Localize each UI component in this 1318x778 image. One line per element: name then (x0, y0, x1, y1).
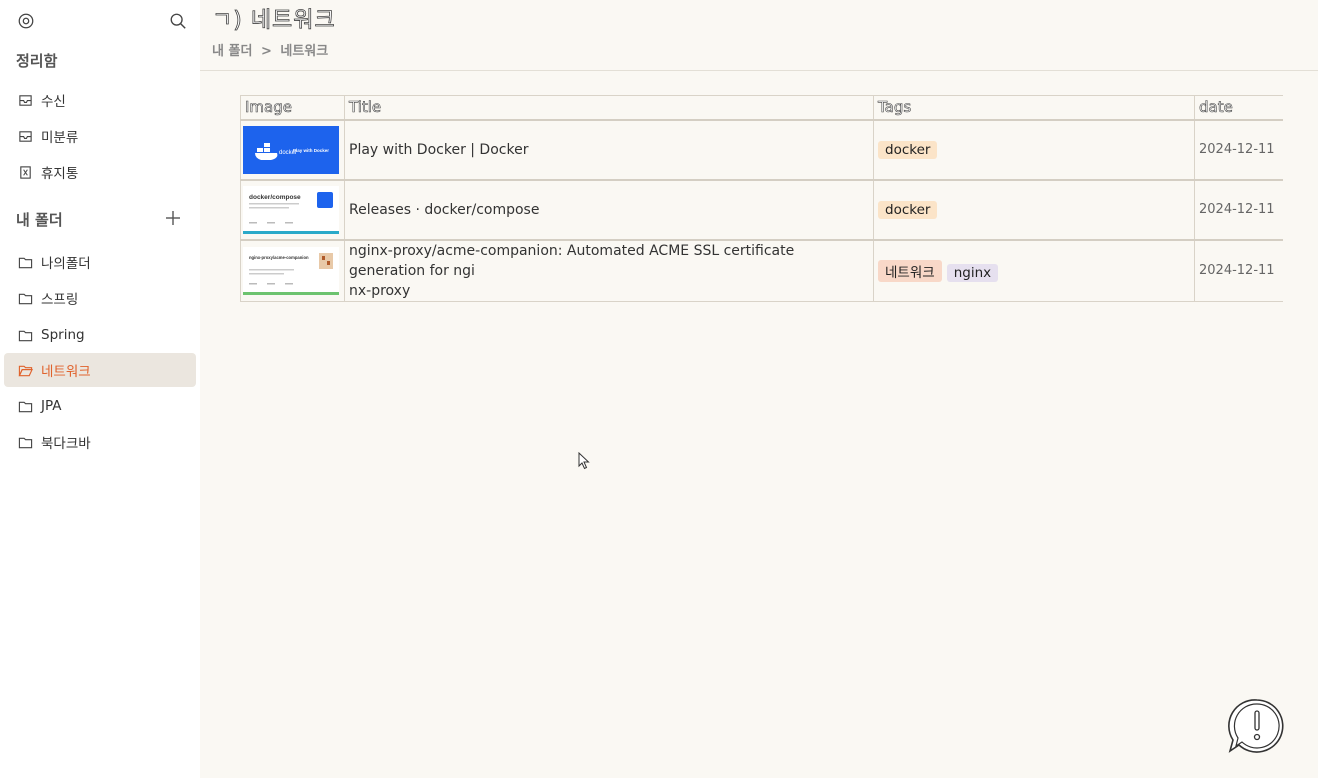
breadcrumb-separator: > (260, 44, 272, 59)
date-cell: 2024-12-11 (1194, 179, 1283, 241)
column-header-date[interactable]: date (1194, 95, 1283, 121)
section-title-folders: 내 폴더 (16, 211, 63, 229)
tags-cell: docker (873, 179, 1195, 241)
main-content: ㄱ) 네트워크 내 폴더 > 네트워크 Image Title Tags dat… (200, 0, 1318, 778)
trash-icon (17, 164, 33, 180)
table-row[interactable]: docker Play with Docker Play with Docker… (240, 119, 1283, 181)
title-line: nginx-proxy/acme-companion: Automated AC… (349, 242, 795, 279)
folder-label: 네트워크 (41, 364, 91, 380)
date-cell: 2024-12-11 (1194, 119, 1283, 181)
image-cell: docker/compose (240, 179, 345, 241)
section-title-organize: 정리함 (16, 52, 58, 70)
alert-chat-icon (1228, 699, 1284, 753)
column-header-tags[interactable]: Tags (873, 95, 1195, 121)
column-header-title[interactable]: Title (344, 95, 874, 121)
mouse-cursor (578, 451, 590, 470)
help-button[interactable] (1228, 697, 1286, 755)
tags-cell: 네트워크 nginx (873, 239, 1195, 302)
sidebar-item-unsorted[interactable]: 미분류 (4, 119, 196, 153)
table-row[interactable]: docker/compose Releases · docker/compose… (240, 179, 1283, 241)
folder-label: 북다크바 (41, 436, 91, 452)
title-cell[interactable]: Releases · docker/compose (344, 179, 874, 241)
folder-icon (17, 254, 33, 270)
date-cell: 2024-12-11 (1194, 239, 1283, 302)
inbox-icon (17, 128, 33, 144)
tag-badge[interactable]: 네트워크 (878, 259, 942, 282)
sidebar-folder-bookmark[interactable]: 북다크바 (4, 425, 196, 459)
image-cell: nginx-proxy/acme-companion (240, 239, 345, 302)
sidebar-folder-spring-kr[interactable]: 스프링 (4, 281, 196, 315)
image-cell: docker Play with Docker (240, 119, 345, 181)
title-cell[interactable]: nginx-proxy/acme-companion: Automated AC… (344, 239, 874, 302)
plus-icon (166, 211, 180, 225)
thumbnail-caption: docker/compose (249, 194, 301, 201)
sidebar-folder-spring[interactable]: Spring (4, 318, 196, 352)
thumbnail-caption: nginx-proxy/acme-companion (249, 255, 309, 260)
folder-icon (17, 327, 33, 343)
tag-badge[interactable]: nginx (946, 263, 999, 282)
sidebar-folder-network[interactable]: 네트워크 (4, 353, 196, 387)
page-title: ㄱ) 네트워크 (212, 8, 336, 34)
folder-label: 나의폴더 (41, 256, 91, 272)
sidebar-top-bar (0, 0, 200, 42)
breadcrumb-item[interactable]: 내 폴더 (212, 44, 252, 59)
tags-cell: docker (873, 119, 1195, 181)
bookmark-table: Image Title Tags date docker Play with D… (240, 95, 1283, 302)
sidebar-folder-my[interactable]: 나의폴더 (4, 245, 196, 279)
title-line: nx-proxy (349, 282, 411, 299)
folder-open-icon (17, 362, 33, 378)
sidebar-item-trash[interactable]: 휴지통 (4, 155, 196, 189)
folder-label: 스프링 (41, 292, 79, 308)
thumbnail-image[interactable]: nginx-proxy/acme-companion (243, 246, 339, 295)
thumbnail-caption: Play with Docker (293, 148, 329, 153)
column-header-image[interactable]: Image (240, 95, 345, 121)
page-header: ㄱ) 네트워크 내 폴더 > 네트워크 (200, 0, 1318, 71)
folder-icon (17, 290, 33, 306)
breadcrumb: 내 폴더 > 네트워크 (212, 40, 332, 59)
table-row[interactable]: nginx-proxy/acme-companion nginx-proxy/a… (240, 239, 1283, 302)
sidebar-item-inbox[interactable]: 수신 (4, 83, 196, 117)
sidebar-item-label: 수신 (41, 94, 66, 110)
folder-icon (17, 434, 33, 450)
folder-label: JPA (41, 398, 62, 414)
sidebar-item-label: 휴지통 (41, 166, 79, 182)
inbox-icon (17, 92, 33, 108)
folder-label: Spring (41, 327, 85, 343)
search-icon[interactable] (168, 11, 188, 31)
thumbnail-image[interactable]: docker/compose (243, 185, 339, 234)
add-folder-button[interactable] (163, 208, 183, 228)
thumbnail-image[interactable]: docker Play with Docker (243, 125, 339, 174)
tag-badge[interactable]: docker (878, 200, 938, 219)
settings-icon[interactable] (16, 11, 36, 31)
tag-badge[interactable]: docker (878, 140, 938, 159)
sidebar-item-label: 미분류 (41, 130, 79, 146)
folder-icon (17, 398, 33, 414)
table-header-row: Image Title Tags date (240, 95, 1283, 121)
breadcrumb-item[interactable]: 네트워크 (280, 44, 328, 59)
sidebar-folder-jpa[interactable]: JPA (4, 389, 196, 423)
title-cell[interactable]: Play with Docker | Docker (344, 119, 874, 181)
sidebar: 정리함 수신 미분류 휴지통 내 폴더 나의폴더 스프링 Spring 네트워크… (0, 0, 200, 778)
